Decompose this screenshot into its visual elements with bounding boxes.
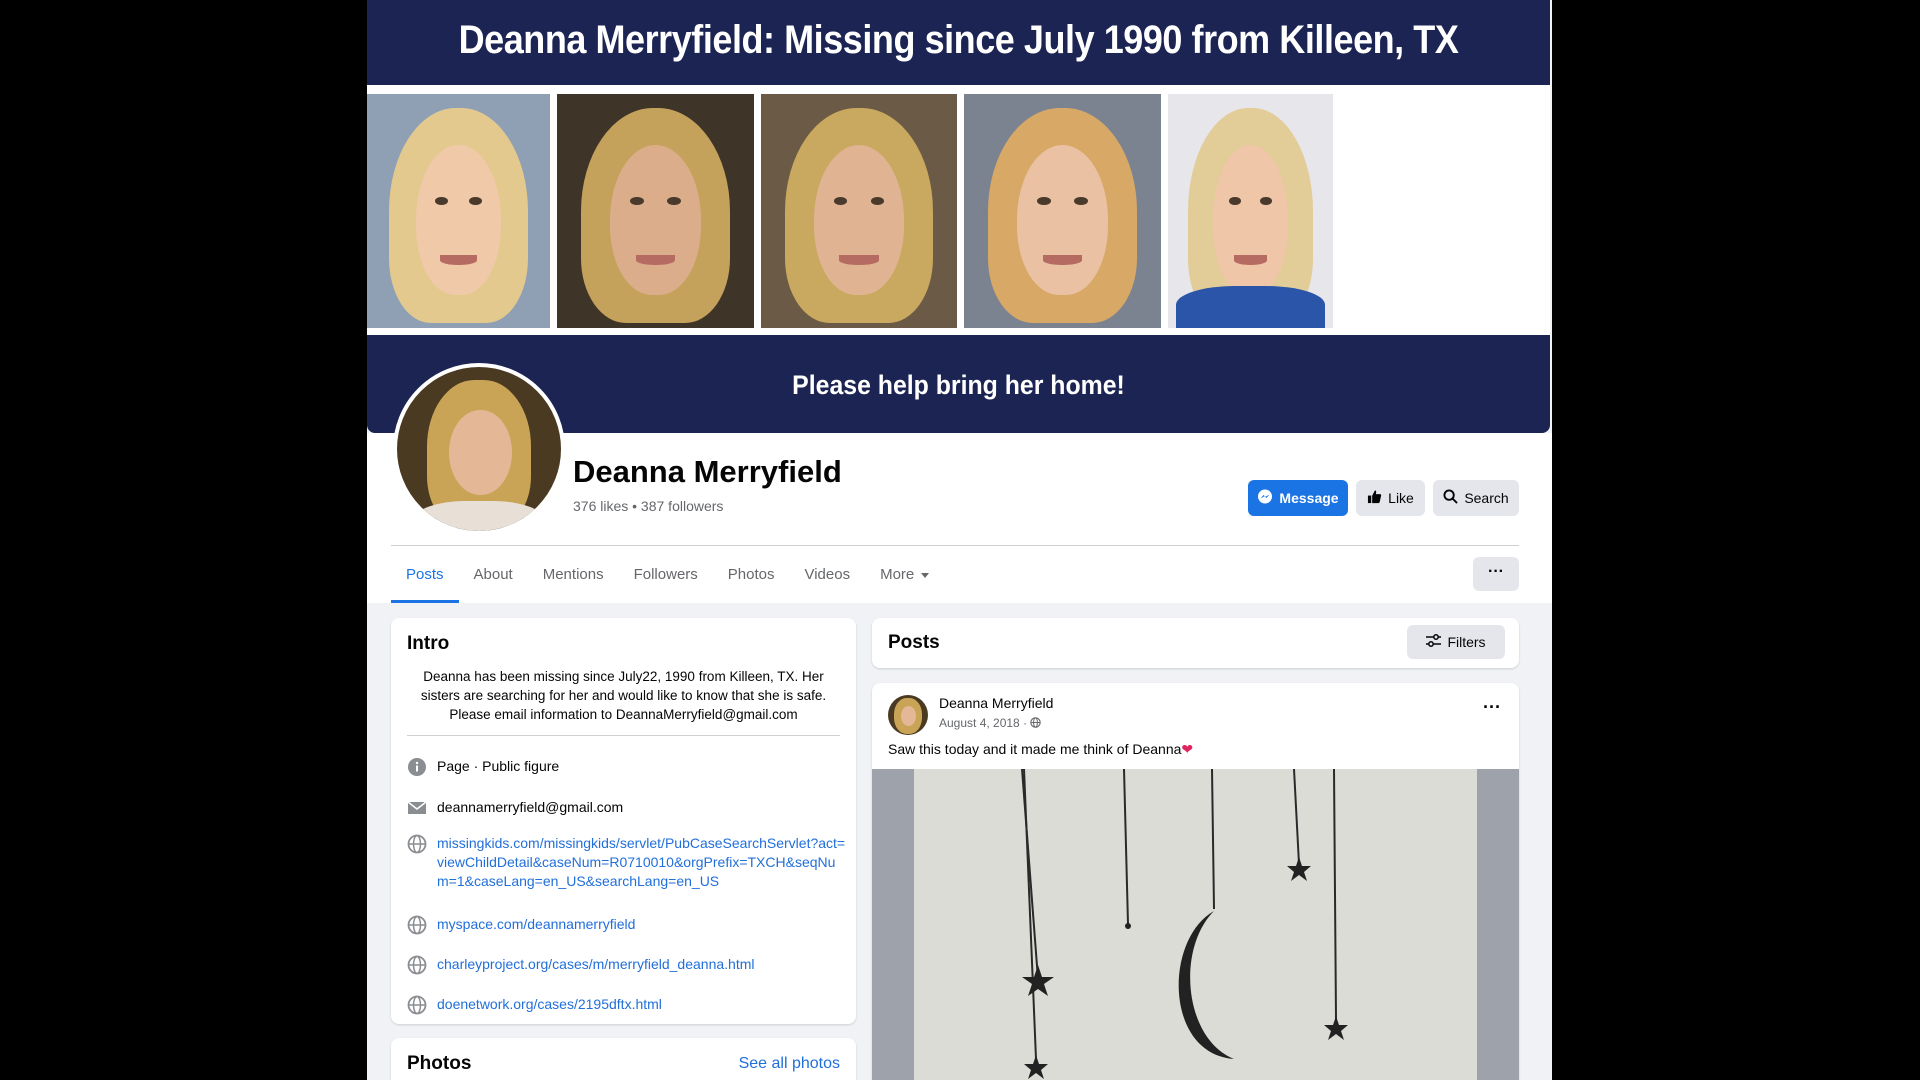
intro-website-link[interactable]: myspace.com/deannamerryfield	[437, 915, 847, 934]
more-options-button[interactable]: ···	[1473, 557, 1519, 591]
like-label: Like	[1388, 490, 1414, 506]
search-button[interactable]: Search	[1433, 480, 1519, 516]
post-text: Saw this today and it made me think of D…	[888, 741, 1193, 758]
intro-divider	[407, 735, 840, 736]
post-options-button[interactable]: ···	[1483, 697, 1501, 718]
intro-category-text: Page · Public figure	[437, 758, 560, 774]
globe-icon	[407, 995, 427, 1015]
photos-card: Photos See all photos	[391, 1038, 856, 1080]
posts-title: Posts	[888, 632, 940, 653]
info-icon	[407, 757, 427, 777]
avatar[interactable]	[888, 695, 928, 735]
post: Deanna Merryfield August 4, 2018 · ··· S…	[872, 683, 1519, 1080]
post-author[interactable]: Deanna Merryfield	[939, 695, 1053, 711]
tab-about[interactable]: About	[459, 546, 528, 603]
cover-portrait	[1168, 94, 1333, 328]
intro-email-text[interactable]: deannamerryfield@gmail.com	[437, 798, 847, 817]
intro-website-link[interactable]: missingkids.com/missingkids/servlet/PubC…	[437, 834, 847, 891]
moon-and-stars-artwork	[914, 769, 1477, 1080]
cover-portrait	[761, 94, 957, 328]
tab-posts[interactable]: Posts	[391, 546, 459, 603]
message-label: Message	[1279, 490, 1339, 506]
post-date[interactable]: August 4, 2018 ·	[939, 716, 1042, 730]
caret-down-icon	[921, 572, 930, 578]
post-text-body: Saw this today and it made me think of D…	[888, 741, 1182, 757]
globe-icon	[407, 834, 427, 854]
page-header: Deanna Merryfield 376 likes • 387 follow…	[367, 363, 1552, 603]
intro-website-link[interactable]: doenetwork.org/cases/2195dftx.html	[437, 995, 847, 1014]
page-title: Deanna Merryfield	[573, 454, 842, 489]
globe-icon	[1030, 716, 1042, 730]
filters-button[interactable]: Filters	[1407, 625, 1505, 659]
envelope-icon	[407, 798, 427, 818]
page-tabs: Posts About Mentions Followers Photos Vi…	[391, 546, 944, 603]
thumbs-up-icon	[1367, 489, 1382, 507]
tab-photos[interactable]: Photos	[713, 546, 790, 603]
cover-tagline: Please help bring her home!	[792, 370, 1125, 400]
sliders-icon	[1426, 634, 1442, 650]
cover-title: Deanna Merryfield: Missing since July 19…	[458, 18, 1459, 62]
intro-title: Intro	[407, 633, 450, 654]
search-icon	[1443, 489, 1459, 507]
cover-portrait	[964, 94, 1161, 328]
message-button[interactable]: Message	[1248, 480, 1348, 516]
globe-icon	[407, 915, 427, 935]
intro-website-link[interactable]: charleyproject.org/cases/m/merryfield_de…	[437, 955, 847, 974]
see-all-photos-link[interactable]: See all photos	[739, 1055, 840, 1073]
post-date-text: August 4, 2018 ·	[939, 716, 1031, 730]
tab-more[interactable]: More	[865, 546, 944, 603]
post-image[interactable]	[872, 769, 1519, 1080]
messenger-icon	[1257, 489, 1273, 508]
tab-mentions[interactable]: Mentions	[528, 546, 619, 603]
cover-photo[interactable]: Deanna Merryfield: Missing since July 19…	[367, 0, 1550, 433]
cover-photo-strip	[367, 85, 1550, 335]
cover-portrait	[367, 94, 550, 328]
page-stats[interactable]: 376 likes • 387 followers	[573, 498, 723, 514]
posts-header: Posts Filters	[872, 618, 1519, 668]
cover-portrait	[557, 94, 754, 328]
intro-bio: Deanna has been missing since July22, 19…	[420, 669, 827, 722]
globe-icon	[407, 955, 427, 975]
filters-label: Filters	[1447, 634, 1486, 650]
profile-picture[interactable]	[393, 363, 565, 535]
like-button[interactable]: Like	[1356, 480, 1425, 516]
tab-more-label: More	[880, 566, 915, 583]
heart-emoji: ❤	[1181, 741, 1194, 757]
photos-title: Photos	[407, 1053, 472, 1074]
search-label: Search	[1464, 490, 1509, 506]
facebook-page: Deanna Merryfield: Missing since July 19…	[367, 0, 1552, 1080]
tab-videos[interactable]: Videos	[789, 546, 865, 603]
tab-followers[interactable]: Followers	[619, 546, 713, 603]
intro-card: Intro Deanna has been missing since July…	[391, 618, 856, 1024]
